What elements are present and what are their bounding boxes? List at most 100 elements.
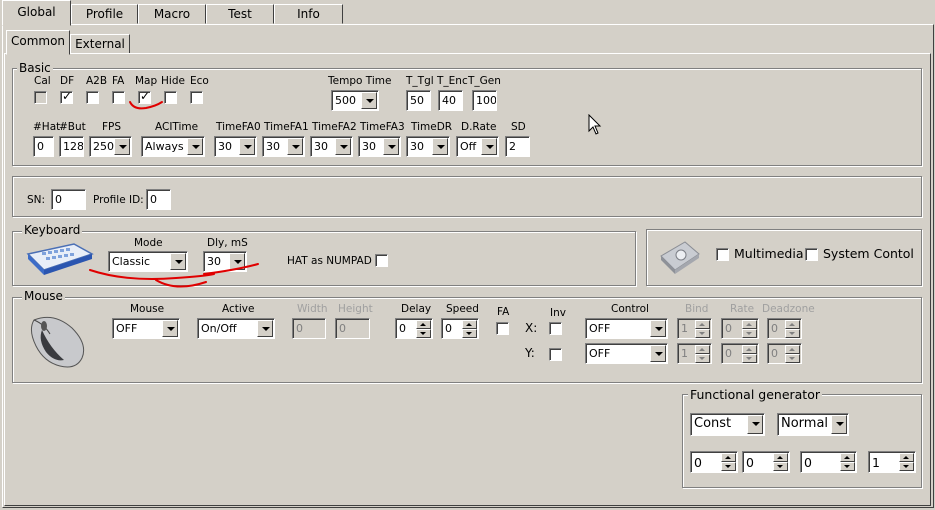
spin-down-icon [695, 354, 710, 363]
drate-label: D.Rate [461, 121, 497, 133]
tab-profile[interactable]: Profile [71, 4, 138, 24]
flag-checkbox-fa[interactable] [112, 91, 125, 104]
multimedia-checkbox[interactable] [716, 248, 729, 261]
chevron-down-icon[interactable] [162, 320, 178, 337]
tab-info[interactable]: Info [274, 4, 343, 24]
spin-up-icon [695, 320, 710, 329]
spin-up-icon[interactable] [899, 453, 914, 462]
generator-group-title: Functional generator [688, 387, 822, 402]
bind-x-spinner: 1 [677, 318, 712, 339]
hat-numpad-checkbox[interactable] [375, 254, 388, 267]
annotation-underline-map [129, 101, 163, 110]
spin-up-icon[interactable] [416, 320, 431, 329]
sd-input[interactable]: 2 [505, 136, 530, 157]
x-axis-label: X: [525, 321, 538, 335]
spin-down-icon[interactable] [773, 462, 788, 471]
spin-down-icon[interactable] [840, 462, 855, 471]
generator-type-select[interactable]: Const [690, 413, 765, 436]
spin-down-icon [785, 329, 800, 338]
system-icon [660, 241, 700, 274]
spin-down-icon[interactable] [462, 329, 477, 338]
t-tgl-input[interactable]: 50 [406, 90, 431, 111]
flag-label-hide: Hide [161, 75, 185, 87]
tempo-time-select[interactable]: 500 [331, 90, 379, 111]
generator-value-2-spinner[interactable]: 0 [742, 451, 790, 473]
generator-group [682, 394, 922, 488]
chevron-down-icon[interactable] [335, 138, 351, 155]
flag-checkbox-df[interactable]: ✓ [60, 89, 73, 104]
spin-down-icon [742, 329, 757, 338]
spin-down-icon [695, 329, 710, 338]
tab-common[interactable]: Common [6, 30, 70, 55]
fa-checkbox[interactable] [496, 322, 509, 335]
width-input: 0 [292, 318, 326, 339]
inv-y-checkbox[interactable] [549, 348, 562, 361]
spin-down-icon[interactable] [899, 462, 914, 471]
generator-value-1-spinner[interactable]: 0 [690, 451, 738, 473]
annotation-underline-keyboard [89, 263, 259, 288]
fps-select[interactable]: 250 [89, 136, 132, 157]
but-input[interactable]: 128 [59, 136, 84, 157]
chevron-down-icon[interactable] [383, 138, 399, 155]
tab-global[interactable]: Global [2, 0, 71, 26]
control-x-select[interactable]: OFF [585, 318, 668, 339]
acitime-select[interactable]: Always [141, 136, 205, 157]
spin-up-icon[interactable] [773, 453, 788, 462]
delay-spinner[interactable]: 0 [395, 318, 433, 339]
width-label: Width [297, 303, 328, 315]
chevron-down-icon[interactable] [650, 320, 666, 337]
bind-label: Bind [685, 303, 709, 315]
inv-x-checkbox[interactable] [549, 322, 562, 335]
flag-checkbox-a2b[interactable] [86, 91, 99, 104]
sn-input[interactable]: 0 [51, 189, 86, 210]
chevron-down-icon[interactable] [361, 92, 377, 109]
profile-id-input[interactable]: 0 [146, 189, 171, 210]
chevron-down-icon[interactable] [747, 415, 763, 434]
spin-down-icon[interactable] [721, 462, 736, 471]
mouse-mode-select[interactable]: OFF [112, 318, 180, 339]
spin-up-icon[interactable] [721, 453, 736, 462]
chevron-down-icon[interactable] [481, 138, 497, 155]
chevron-down-icon[interactable] [831, 415, 847, 434]
spin-down-icon[interactable] [416, 329, 431, 338]
control-y-select[interactable]: OFF [585, 343, 668, 364]
tab-external[interactable]: External [70, 34, 130, 54]
timefa1-select[interactable]: 30 [262, 136, 305, 157]
fa-label: FA [497, 306, 510, 318]
chevron-down-icon[interactable] [239, 138, 255, 155]
t-enc-input[interactable]: 40 [438, 90, 463, 111]
timefa3-label: TimeFA3 [360, 121, 405, 133]
deadzone-x-spinner: 0 [767, 318, 802, 339]
rate-label: Rate [730, 303, 755, 315]
tab-macro[interactable]: Macro [138, 4, 206, 24]
flag-checkbox-eco[interactable] [190, 91, 203, 104]
speed-spinner[interactable]: 0 [441, 318, 479, 339]
timedr-select[interactable]: 30 [406, 136, 450, 157]
chevron-down-icon[interactable] [114, 138, 130, 155]
tab-test[interactable]: Test [206, 4, 274, 24]
generator-value-3-spinner[interactable]: 0 [800, 451, 857, 473]
spin-up-icon[interactable] [840, 453, 855, 462]
hat-input[interactable]: 0 [33, 136, 54, 157]
timefa3-select[interactable]: 30 [358, 136, 401, 157]
chevron-down-icon[interactable] [650, 345, 666, 362]
drate-select[interactable]: Off [456, 136, 499, 157]
timefa0-select[interactable]: 30 [214, 136, 257, 157]
hat-numpad-label: HAT as NUMPAD [287, 255, 372, 267]
t-gen-input[interactable]: 100 [472, 90, 497, 111]
active-select[interactable]: On/Off [197, 318, 275, 339]
generator-mode-select[interactable]: Normal [777, 413, 849, 436]
timefa2-select[interactable]: 30 [310, 136, 353, 157]
system-control-checkbox[interactable] [805, 248, 818, 261]
speed-label: Speed [446, 303, 479, 315]
spin-up-icon[interactable] [462, 320, 477, 329]
sd-label: SD [511, 121, 526, 133]
chevron-down-icon[interactable] [287, 138, 303, 155]
deadzone-label: Deadzone [762, 303, 815, 315]
chevron-down-icon[interactable] [187, 138, 203, 155]
generator-value-4-spinner[interactable]: 1 [868, 451, 916, 473]
profile-id-label: Profile ID: [93, 194, 144, 206]
chevron-down-icon[interactable] [432, 138, 448, 155]
flag-label-fa: FA [112, 75, 125, 87]
chevron-down-icon[interactable] [257, 320, 273, 337]
